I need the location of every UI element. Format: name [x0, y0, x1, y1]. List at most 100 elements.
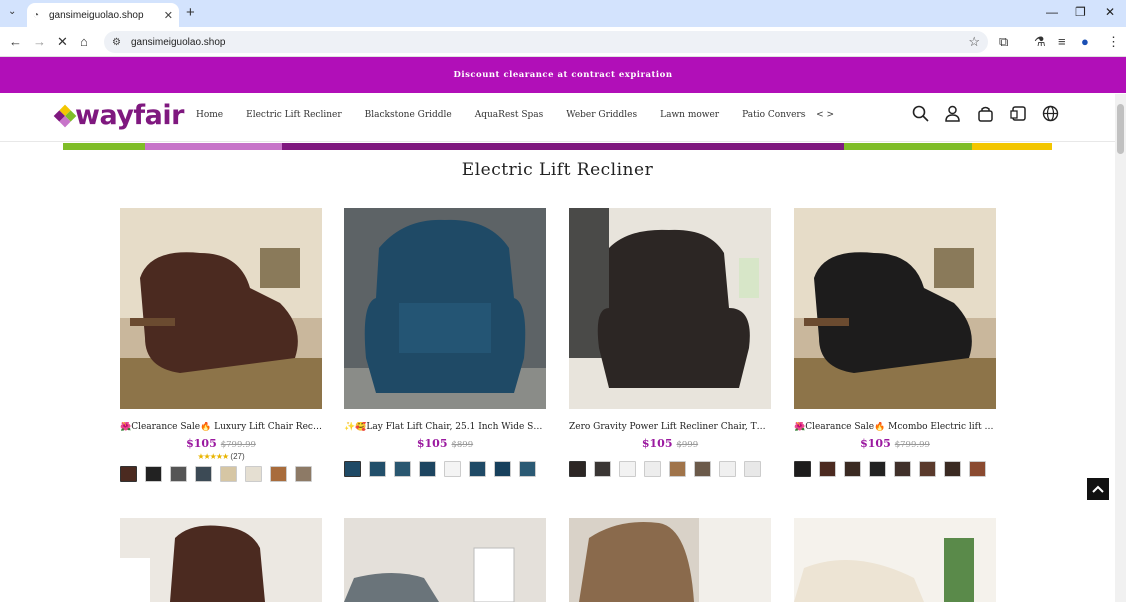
swatch[interactable] [669, 461, 686, 477]
tab-search-chevron-icon[interactable]: ⌄ [8, 6, 16, 17]
address-bar[interactable]: ⚙ gansimeiguolao.shop ☆ [104, 31, 988, 53]
nav-aquarest-spas[interactable]: AquaRest Spas [475, 110, 544, 120]
product-title[interactable]: 🌺Clearance Sale🔥 Mcombo Electric lift Re… [794, 422, 996, 432]
product-image[interactable] [794, 208, 996, 409]
new-tab-button[interactable]: + [186, 4, 195, 21]
swatch[interactable] [295, 466, 312, 482]
color-swatches [794, 461, 996, 477]
swatch[interactable] [719, 461, 736, 477]
nav-scroll-arrows[interactable]: < > [816, 110, 834, 120]
swatch[interactable] [245, 466, 262, 482]
orders-icon[interactable] [1010, 105, 1027, 126]
nav-lawn-mower[interactable]: Lawn mower [660, 110, 719, 120]
reading-list-icon[interactable]: ≡ [1058, 34, 1066, 49]
close-window-icon[interactable]: ✕ [1105, 5, 1115, 19]
product-title[interactable]: Zero Gravity Power Lift Recliner Chair, … [569, 422, 771, 432]
nav-home[interactable]: Home [196, 110, 223, 120]
swatch[interactable] [819, 461, 836, 477]
extensions-icon[interactable]: ⧉ [999, 34, 1008, 50]
back-icon[interactable]: ← [9, 34, 22, 49]
product-card[interactable] [569, 518, 771, 602]
product-old-price: $799.99 [894, 440, 930, 450]
product-card[interactable] [344, 518, 546, 602]
section-title: Electric Lift Recliner [461, 160, 654, 180]
stop-loading-icon[interactable]: ✕ [57, 34, 68, 50]
swatch[interactable] [394, 461, 411, 477]
swatch[interactable] [519, 461, 536, 477]
swatch[interactable] [494, 461, 511, 477]
swatch[interactable] [344, 461, 361, 477]
bookmark-star-icon[interactable]: ☆ [968, 34, 980, 50]
product-card[interactable]: 🌺Clearance Sale🔥 Luxury Lift Chair Recli… [120, 208, 322, 482]
swatch[interactable] [694, 461, 711, 477]
product-old-price: $799.99 [220, 440, 256, 450]
forward-icon[interactable]: → [33, 34, 46, 49]
main-nav: Home Electric Lift Recliner Blackstone G… [196, 110, 834, 120]
product-title[interactable]: 🌺Clearance Sale🔥 Luxury Lift Chair Recli… [120, 422, 322, 432]
swatch[interactable] [619, 461, 636, 477]
swatch[interactable] [844, 461, 861, 477]
swatch[interactable] [869, 461, 886, 477]
labs-flask-icon[interactable]: ⚗ [1034, 34, 1046, 50]
swatch[interactable] [270, 466, 287, 482]
profile-avatar-icon[interactable]: ● [1081, 34, 1089, 49]
product-price: $105 [186, 437, 217, 450]
product-price: $105 [860, 437, 891, 450]
scrollbar-thumb[interactable] [1117, 104, 1124, 154]
site-info-icon[interactable]: ⚙ [112, 37, 121, 48]
home-icon[interactable]: ⌂ [80, 34, 88, 49]
product-image[interactable] [569, 208, 771, 409]
browser-tab[interactable]: ◔ gansimeiguolao.shop ✕ [27, 3, 179, 27]
language-globe-icon[interactable] [1042, 105, 1059, 126]
swatch[interactable] [195, 466, 212, 482]
swatch[interactable] [969, 461, 986, 477]
browser-tab-strip: ⌄ ◔ gansimeiguolao.shop ✕ + — ❐ ✕ [0, 0, 1126, 27]
swatch[interactable] [569, 461, 586, 477]
color-swatches [120, 466, 322, 482]
product-card[interactable] [794, 518, 996, 602]
product-card[interactable]: Zero Gravity Power Lift Recliner Chair, … [569, 208, 771, 477]
nav-weber-griddles[interactable]: Weber Griddles [566, 110, 637, 120]
nav-electric-lift-recliner[interactable]: Electric Lift Recliner [246, 110, 342, 120]
product-card[interactable]: 🌺Clearance Sale🔥 Mcombo Electric lift Re… [794, 208, 996, 477]
swatch[interactable] [419, 461, 436, 477]
page-scrollbar[interactable] [1115, 94, 1126, 602]
product-card[interactable] [120, 518, 322, 602]
logo-pinwheel-icon [53, 104, 77, 128]
search-icon[interactable] [912, 105, 929, 126]
hero-banner-edge [63, 143, 1052, 150]
swatch[interactable] [794, 461, 811, 477]
account-icon[interactable] [944, 105, 961, 126]
nav-blackstone-griddle[interactable]: Blackstone Griddle [365, 110, 452, 120]
cart-bag-icon[interactable] [977, 105, 994, 126]
minimize-icon[interactable]: — [1046, 5, 1058, 19]
swatch[interactable] [469, 461, 486, 477]
nav-patio-conversation[interactable]: Patio Conversa [742, 110, 806, 120]
logo-wordmark: wayfair [75, 100, 184, 131]
promo-banner[interactable]: Discount clearance at contract expiratio… [0, 57, 1126, 93]
product-image[interactable] [120, 208, 322, 409]
swatch[interactable] [220, 466, 237, 482]
swatch[interactable] [369, 461, 386, 477]
swatch[interactable] [170, 466, 187, 482]
swatch[interactable] [594, 461, 611, 477]
product-image[interactable] [344, 208, 546, 409]
back-to-top-button[interactable] [1087, 478, 1109, 500]
product-card[interactable]: ✨🥰Lay Flat Lift Chair, 25.1 Inch Wide Se… [344, 208, 546, 477]
swatch[interactable] [894, 461, 911, 477]
maximize-icon[interactable]: ❐ [1075, 5, 1086, 19]
product-old-price: $999 [676, 440, 699, 450]
swatch[interactable] [744, 461, 761, 477]
tab-title: gansimeiguolao.shop [49, 9, 144, 21]
browser-menu-icon[interactable]: ⋮ [1107, 34, 1120, 50]
swatch[interactable] [644, 461, 661, 477]
site-logo[interactable]: wayfair [53, 100, 184, 131]
swatch[interactable] [120, 466, 137, 482]
swatch[interactable] [145, 466, 162, 482]
swatch[interactable] [919, 461, 936, 477]
close-tab-icon[interactable]: ✕ [164, 9, 173, 22]
product-old-price: $899 [451, 440, 474, 450]
product-title[interactable]: ✨🥰Lay Flat Lift Chair, 25.1 Inch Wide Se… [344, 422, 546, 432]
swatch[interactable] [944, 461, 961, 477]
swatch[interactable] [444, 461, 461, 477]
